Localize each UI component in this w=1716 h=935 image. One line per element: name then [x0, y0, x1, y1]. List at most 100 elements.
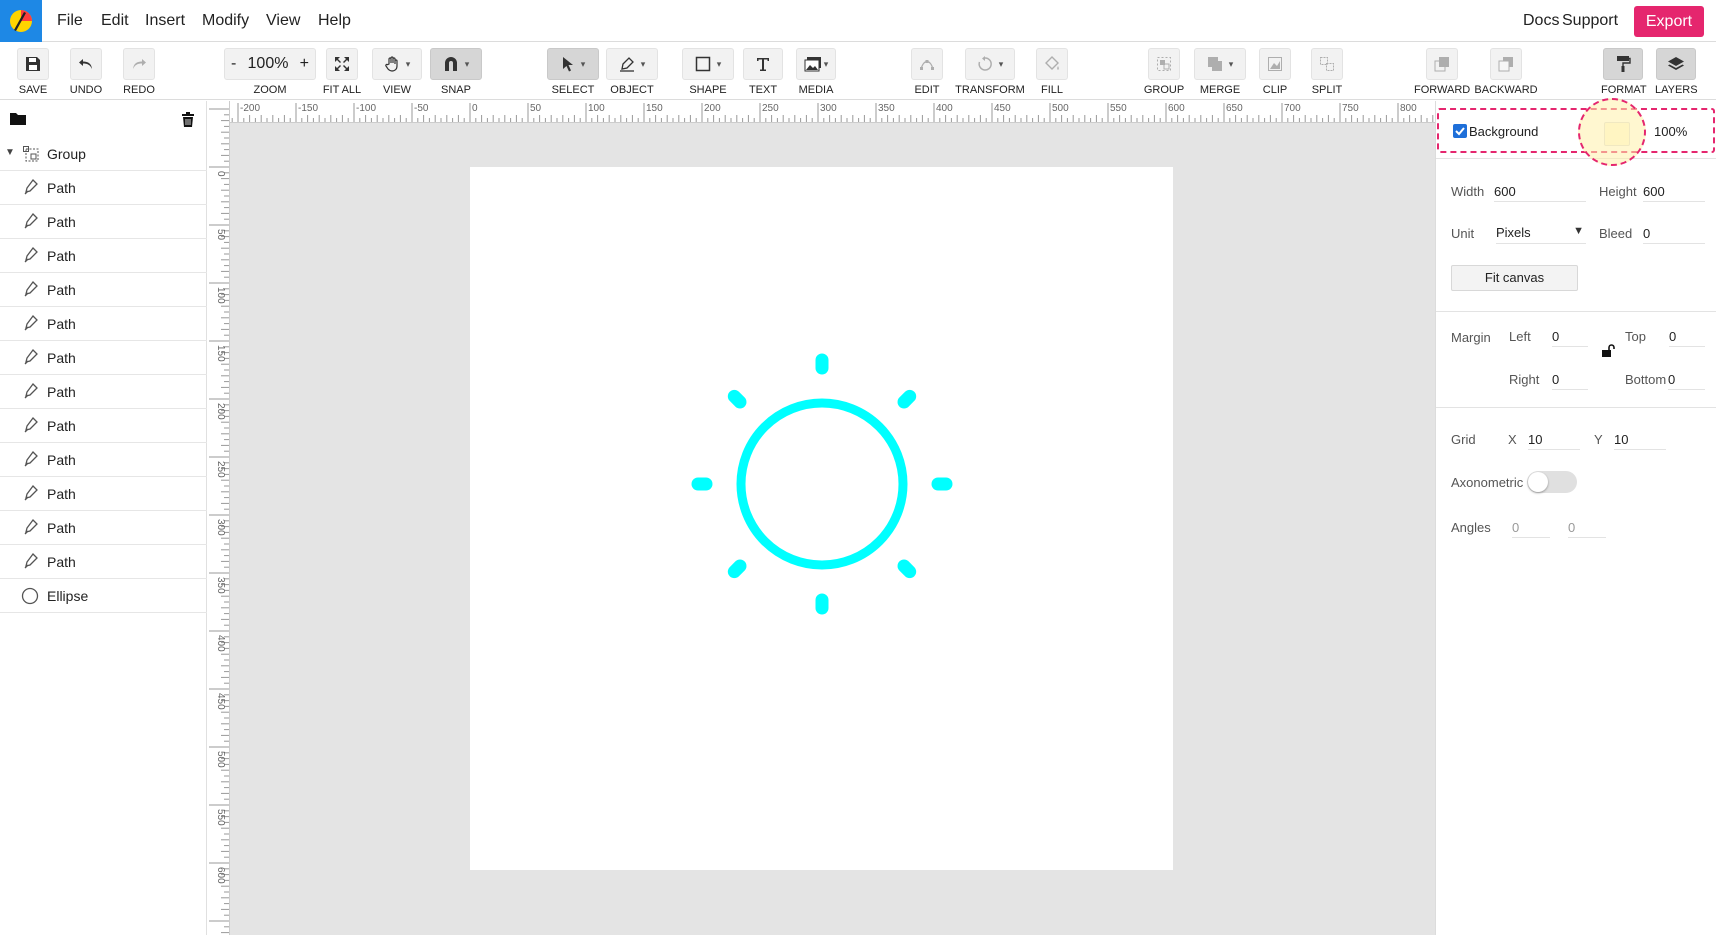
- fit-canvas-button[interactable]: Fit canvas: [1451, 265, 1578, 291]
- media-button[interactable]: ▾: [796, 48, 836, 80]
- format-tool[interactable]: FORMAT: [1601, 44, 1647, 98]
- fit-all-tool[interactable]: FIT ALL: [321, 44, 363, 98]
- shape-button[interactable]: ▾: [682, 48, 734, 80]
- layer-row-ellipse[interactable]: Ellipse: [0, 579, 207, 613]
- transform-tool[interactable]: ▾ TRANSFORM: [955, 44, 1025, 98]
- height-input[interactable]: 600: [1643, 182, 1705, 202]
- layer-row-path[interactable]: Path: [0, 409, 207, 443]
- artboard[interactable]: [470, 167, 1173, 870]
- redo-tool[interactable]: REDO: [119, 44, 159, 98]
- export-button[interactable]: Export: [1634, 6, 1704, 37]
- zoom-in-button[interactable]: +: [300, 55, 309, 73]
- view-button[interactable]: ▾: [372, 48, 422, 80]
- backward-button[interactable]: [1490, 48, 1522, 80]
- split-tool[interactable]: SPLIT: [1309, 44, 1345, 98]
- snap-button[interactable]: ▾: [430, 48, 482, 80]
- margin-right-input[interactable]: 0: [1552, 370, 1588, 390]
- layers-panel-header: [0, 101, 207, 137]
- text-tool[interactable]: TEXT: [740, 44, 786, 98]
- layers-tool[interactable]: LAYERS: [1655, 44, 1698, 98]
- margin-left-input[interactable]: 0: [1552, 327, 1588, 347]
- layer-row-path[interactable]: Path: [0, 205, 207, 239]
- folder-icon[interactable]: [10, 112, 26, 126]
- ruler-label: 500: [1052, 103, 1069, 114]
- group-button[interactable]: [1148, 48, 1180, 80]
- layer-row-path[interactable]: Path: [0, 307, 207, 341]
- expand-caret-icon[interactable]: ▼: [5, 147, 15, 158]
- menu-view[interactable]: View: [266, 12, 300, 30]
- select-tool[interactable]: ▾ SELECT: [547, 44, 599, 98]
- layer-row-path[interactable]: Path: [0, 239, 207, 273]
- shape-tool[interactable]: ▾ SHAPE: [682, 44, 734, 98]
- menu-help[interactable]: Help: [318, 12, 351, 30]
- zoom-value[interactable]: 100%: [248, 55, 289, 73]
- angle-1-input[interactable]: 0: [1512, 518, 1550, 538]
- redo-button[interactable]: [123, 48, 155, 80]
- edit-button[interactable]: [911, 48, 943, 80]
- object-button[interactable]: ▾: [606, 48, 658, 80]
- object-tool[interactable]: ▾ OBJECT: [606, 44, 658, 98]
- support-link[interactable]: Support: [1562, 12, 1618, 30]
- grid-x-input[interactable]: 10: [1528, 430, 1580, 450]
- layers-panel: ▼ Group Path Path Path Path Path Path Path Path Pa…: [0, 101, 207, 935]
- angle-2-input[interactable]: 0: [1568, 518, 1606, 538]
- menu-file[interactable]: File: [57, 12, 83, 30]
- layer-row-path[interactable]: Path: [0, 511, 207, 545]
- menu-insert[interactable]: Insert: [145, 12, 185, 30]
- layer-name: Ellipse: [47, 588, 89, 604]
- grid-y-input[interactable]: 10: [1614, 430, 1666, 450]
- axonometric-toggle[interactable]: [1527, 471, 1577, 493]
- horizontal-ruler-ticks: -200 -150 -100 -50 0 50 100 150 200 250 300 350 400 4…: [231, 103, 1434, 122]
- format-button[interactable]: [1603, 48, 1643, 80]
- snap-tool[interactable]: ▾ SNAP: [430, 44, 482, 98]
- group-tool[interactable]: GROUP: [1143, 44, 1185, 98]
- layer-row-path[interactable]: Path: [0, 443, 207, 477]
- layer-row-path[interactable]: Path: [0, 273, 207, 307]
- bleed-input[interactable]: 0: [1643, 224, 1705, 244]
- layer-row-path[interactable]: Path: [0, 545, 207, 579]
- select-button[interactable]: ▾: [547, 48, 599, 80]
- edit-tool[interactable]: EDIT: [908, 44, 946, 98]
- image-icon: [804, 57, 821, 72]
- menu-edit[interactable]: Edit: [101, 12, 129, 30]
- save-tool[interactable]: SAVE: [13, 44, 53, 98]
- layer-row-path[interactable]: Path: [0, 341, 207, 375]
- trash-icon[interactable]: [181, 112, 195, 127]
- menu-modify[interactable]: Modify: [202, 12, 249, 30]
- unit-select[interactable]: Pixels ▼: [1496, 223, 1586, 244]
- margin-top-input[interactable]: 0: [1669, 327, 1705, 347]
- app-logo[interactable]: [0, 0, 42, 42]
- save-button[interactable]: [17, 48, 49, 80]
- fit-all-button[interactable]: [326, 48, 358, 80]
- layer-row-path[interactable]: Path: [0, 477, 207, 511]
- clip-tool[interactable]: CLIP: [1258, 44, 1292, 98]
- layer-row-group[interactable]: ▼ Group: [0, 137, 207, 171]
- unlock-icon[interactable]: [1601, 344, 1615, 358]
- width-input[interactable]: 600: [1494, 182, 1586, 202]
- clip-button[interactable]: [1259, 48, 1291, 80]
- undo-button[interactable]: [70, 48, 102, 80]
- text-button[interactable]: [743, 48, 783, 80]
- merge-button[interactable]: ▾: [1194, 48, 1246, 80]
- fill-button[interactable]: [1036, 48, 1068, 80]
- margin-bottom-input[interactable]: 0: [1668, 370, 1705, 390]
- fill-tool[interactable]: FILL: [1034, 44, 1070, 98]
- transform-button[interactable]: ▾: [965, 48, 1015, 80]
- backward-tool[interactable]: BACKWARD: [1474, 44, 1538, 98]
- split-button[interactable]: [1311, 48, 1343, 80]
- layers-button[interactable]: [1656, 48, 1696, 80]
- forward-tool[interactable]: FORWARD: [1414, 44, 1470, 98]
- layer-row-path[interactable]: Path: [0, 171, 207, 205]
- view-tool[interactable]: ▾ VIEW: [372, 44, 422, 98]
- undo-tool[interactable]: UNDO: [66, 44, 106, 98]
- sun-icon-artwork[interactable]: [470, 167, 1173, 870]
- merge-tool[interactable]: ▾ MERGE: [1194, 44, 1246, 98]
- forward-button[interactable]: [1426, 48, 1458, 80]
- media-tool[interactable]: ▾ MEDIA: [796, 44, 836, 98]
- canvas-workspace[interactable]: [230, 123, 1435, 935]
- docs-link[interactable]: Docs: [1523, 12, 1559, 30]
- ruler-label: 300: [215, 519, 226, 536]
- layer-row-path[interactable]: Path: [0, 375, 207, 409]
- sun-group[interactable]: [691, 353, 953, 615]
- zoom-out-button[interactable]: -: [231, 55, 236, 73]
